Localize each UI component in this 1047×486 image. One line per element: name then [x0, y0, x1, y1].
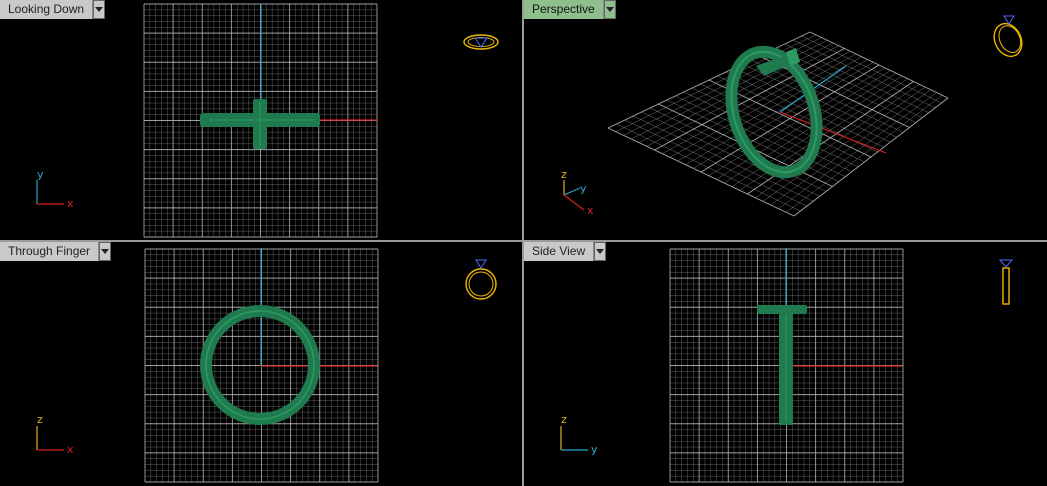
axis-label-h: y: [591, 443, 598, 456]
axis-triad: z y x: [561, 168, 594, 217]
viewport-menu-arrow-icon[interactable]: [99, 242, 112, 261]
viewport-title[interactable]: Side View: [524, 242, 595, 261]
viewport-tab[interactable]: Through Finger: [0, 242, 112, 261]
axis-label-x: x: [587, 204, 594, 217]
viewport-canvas[interactable]: z x: [0, 242, 522, 486]
viewport-title[interactable]: Through Finger: [0, 242, 100, 261]
axis-triad: z y: [560, 413, 598, 456]
viewport-tab[interactable]: Side View: [524, 242, 607, 261]
ring-model: [200, 305, 320, 425]
viewport-canvas[interactable]: z y: [524, 242, 1047, 486]
viewport-canvas[interactable]: z y x: [524, 0, 1047, 240]
viewport-looking-down[interactable]: Looking Down y x: [0, 0, 522, 240]
viewport-tab[interactable]: Looking Down: [0, 0, 106, 19]
viewport-menu-arrow-icon[interactable]: [603, 0, 616, 19]
axis-triad: y x: [36, 168, 74, 210]
axis-label-v: y: [37, 168, 44, 181]
axis-label-v: z: [561, 413, 567, 426]
viewport-menu-arrow-icon[interactable]: [93, 0, 106, 19]
ring-model: [200, 99, 320, 149]
axis-label-z: z: [561, 168, 567, 181]
viewport-perspective[interactable]: Perspective z y x: [524, 0, 1047, 240]
viewport-canvas[interactable]: y x: [0, 0, 522, 240]
axis-label-y: y: [580, 182, 587, 195]
ring-preview-icon: [465, 259, 497, 300]
axis-label-h: x: [67, 443, 74, 456]
ring-model: [757, 305, 807, 425]
ring-preview-icon: [993, 15, 1023, 58]
viewport-title[interactable]: Looking Down: [0, 0, 94, 19]
viewport-menu-arrow-icon[interactable]: [594, 242, 607, 261]
ring-preview-icon: [998, 259, 1014, 305]
viewport-title[interactable]: Perspective: [524, 0, 604, 19]
viewport-side-view[interactable]: Side View z y: [524, 242, 1047, 486]
viewport-through-finger[interactable]: Through Finger z x: [0, 242, 522, 486]
axis-label-h: x: [67, 197, 74, 210]
viewport-tab[interactable]: Perspective: [524, 0, 616, 19]
axis-triad: z x: [36, 413, 74, 456]
ring-preview-icon: [463, 34, 499, 50]
axis-label-v: z: [37, 413, 43, 426]
